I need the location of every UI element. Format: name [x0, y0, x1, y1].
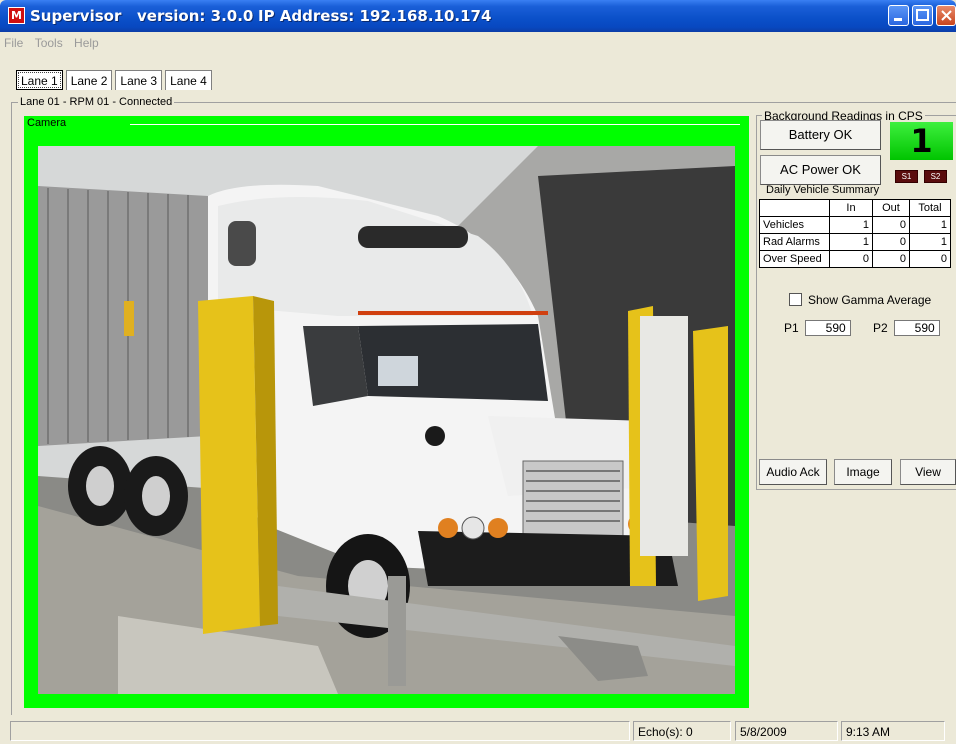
row-label: Vehicles	[759, 216, 830, 234]
status-cell-main	[10, 721, 630, 741]
cell-out: 0	[872, 216, 910, 234]
daily-vehicle-summary-title: Daily Vehicle Summary	[766, 184, 880, 196]
tab-lane-2[interactable]: Lane 2	[65, 70, 113, 90]
table-header-cell: In	[829, 199, 873, 217]
lane-tabs: Lane 1 Lane 2 Lane 3 Lane 4	[16, 70, 215, 90]
cell-in: 1	[829, 233, 873, 251]
cell-in: 1	[829, 216, 873, 234]
cell-total: 0	[909, 250, 951, 268]
cell-in: 0	[829, 250, 873, 268]
audio-ack-button[interactable]: Audio Ack	[759, 459, 827, 485]
maximize-icon	[916, 9, 929, 21]
gamma-average-option[interactable]: Show Gamma Average	[789, 293, 931, 307]
p2-field-group: P2 590	[873, 320, 940, 336]
daily-vehicle-summary-table: In Out Total Vehicles 1 0 1 Rad Alarms 1…	[759, 199, 951, 268]
app-icon: M	[8, 7, 25, 24]
menu-bar: File Tools Help	[0, 36, 103, 54]
status-date: 5/8/2009	[735, 721, 838, 741]
menu-help[interactable]: Help	[74, 36, 99, 50]
table-row: Vehicles 1 0 1	[759, 216, 951, 234]
table-row: Rad Alarms 1 0 1	[759, 233, 951, 251]
truck-photo	[38, 146, 735, 694]
lane-status-label: Lane 01 - RPM 01 - Connected	[18, 96, 175, 108]
tab-lane-1[interactable]: Lane 1	[16, 70, 63, 90]
cell-total: 1	[909, 216, 951, 234]
table-header-cell: Total	[909, 199, 951, 217]
cell-out: 0	[872, 233, 910, 251]
title-bar: M Supervisor version: 3.0.0 IP Address: …	[0, 0, 956, 32]
cell-out: 0	[872, 250, 910, 268]
status-bar: Echo(s): 0 5/8/2009 9:13 AM	[0, 717, 956, 744]
close-button[interactable]	[936, 5, 956, 26]
camera-label: Camera	[27, 117, 67, 129]
p1-label: P1	[784, 321, 799, 335]
ip-address-label: IP Address: 192.168.10.174	[258, 7, 492, 25]
table-header-cell: Out	[872, 199, 910, 217]
window-title: Supervisor version: 3.0.0	[30, 7, 254, 25]
table-header-row: In Out Total	[759, 199, 951, 217]
maximize-button[interactable]	[912, 5, 933, 26]
minimize-button[interactable]	[888, 5, 909, 26]
row-label: Rad Alarms	[759, 233, 830, 251]
camera-group-line	[130, 124, 740, 125]
cell-total: 1	[909, 233, 951, 251]
occupancy-count: 1	[890, 122, 953, 160]
s1-indicator: S1	[895, 170, 918, 183]
tab-lane-4[interactable]: Lane 4	[165, 70, 212, 90]
p1-value-field[interactable]: 590	[804, 320, 851, 336]
view-button[interactable]: View	[900, 459, 956, 485]
p2-label: P2	[873, 321, 888, 335]
row-label: Over Speed	[759, 250, 830, 268]
camera-image	[38, 146, 735, 694]
close-icon	[941, 10, 952, 21]
tab-lane-3[interactable]: Lane 3	[115, 70, 163, 90]
menu-tools[interactable]: Tools	[35, 36, 63, 50]
ac-power-status-button[interactable]: AC Power OK	[760, 155, 881, 185]
s2-indicator: S2	[924, 170, 947, 183]
status-time: 9:13 AM	[841, 721, 945, 741]
table-header-cell	[759, 199, 830, 217]
echo-count: Echo(s): 0	[633, 721, 731, 741]
table-row: Over Speed 0 0 0	[759, 250, 951, 268]
image-button[interactable]: Image	[834, 459, 892, 485]
p2-value-field[interactable]: 590	[893, 320, 940, 336]
minimize-icon	[894, 18, 902, 21]
battery-status-button[interactable]: Battery OK	[760, 120, 881, 150]
menu-file[interactable]: File	[4, 36, 23, 50]
gamma-average-checkbox[interactable]	[789, 293, 802, 306]
gamma-average-label: Show Gamma Average	[808, 293, 932, 307]
p1-field-group: P1 590	[784, 320, 851, 336]
